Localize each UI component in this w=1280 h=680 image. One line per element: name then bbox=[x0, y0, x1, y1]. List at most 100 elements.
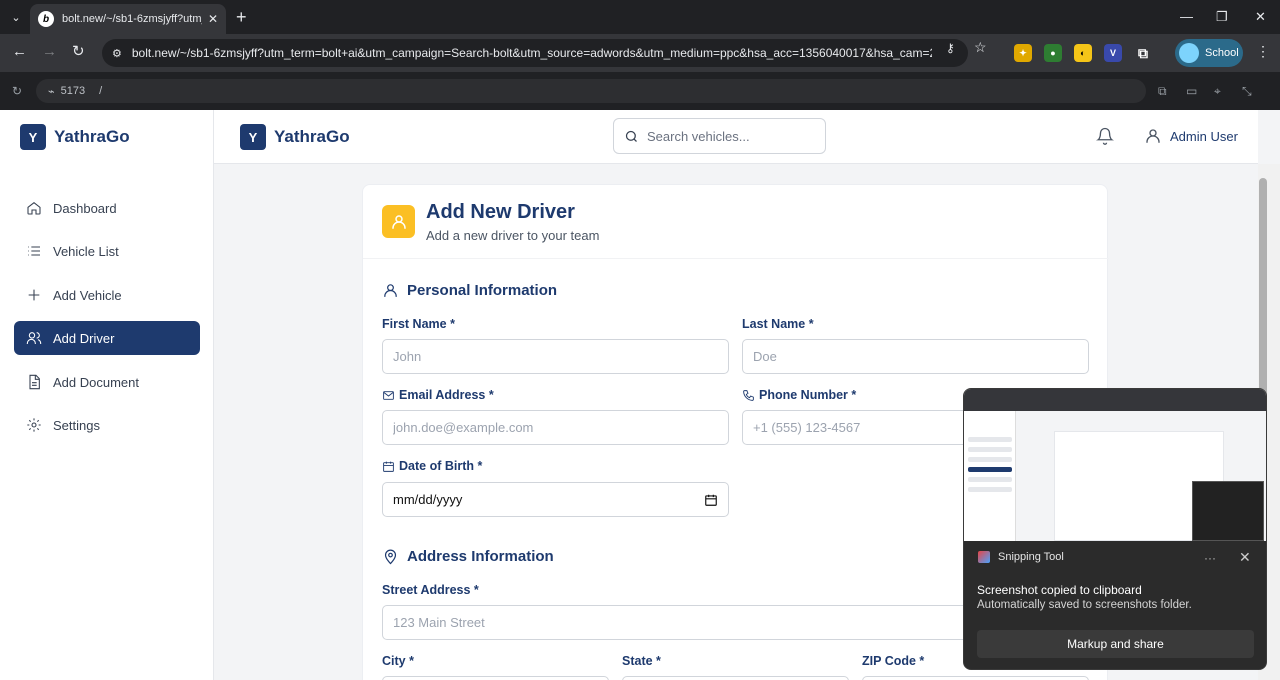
toast-body: Automatically saved to screenshots folde… bbox=[977, 599, 1192, 611]
logo-mark: Y bbox=[20, 124, 46, 150]
user-name: Admin User bbox=[1170, 128, 1238, 144]
device-preview-icon[interactable]: ▭ bbox=[1186, 84, 1197, 98]
search-input[interactable] bbox=[647, 128, 817, 144]
back-icon[interactable]: ← bbox=[12, 44, 27, 59]
gear-icon bbox=[27, 418, 41, 432]
search-box[interactable] bbox=[613, 118, 826, 154]
thumbnail-nav bbox=[968, 447, 1012, 452]
sidebar-item-label: Add Document bbox=[53, 374, 139, 390]
first-name-field[interactable] bbox=[382, 339, 729, 374]
thumbnail-nav bbox=[968, 467, 1012, 472]
preview-reload-icon[interactable]: ↻ bbox=[12, 84, 22, 98]
map-pin-icon bbox=[384, 549, 397, 565]
extension-icon[interactable]: ✦ bbox=[1014, 44, 1032, 62]
toast-heading: Screenshot copied to clipboard bbox=[977, 583, 1142, 597]
profile-avatar bbox=[1179, 43, 1199, 63]
calendar-icon bbox=[383, 461, 394, 472]
email-field[interactable] bbox=[382, 410, 729, 445]
profile-button[interactable]: School bbox=[1175, 39, 1243, 67]
bell-icon bbox=[1096, 127, 1114, 145]
notifications-button[interactable] bbox=[1096, 127, 1114, 150]
sidebar-logo[interactable]: Y YathraGo bbox=[20, 124, 130, 150]
site-info-icon[interactable]: ⚙ bbox=[112, 47, 122, 60]
maximize-icon[interactable]: ❐ bbox=[1216, 9, 1228, 25]
zip-field[interactable] bbox=[862, 676, 1089, 680]
last-name-input[interactable] bbox=[743, 340, 1088, 373]
url-text: bolt.new/~/sb1-6zmsjyff?utm_term=bolt+ai… bbox=[131, 46, 932, 60]
minimize-icon[interactable]: — bbox=[1180, 9, 1193, 24]
list-icon bbox=[28, 246, 40, 256]
app-header: Y YathraGo Admin User bbox=[214, 110, 1258, 164]
last-name-label: Last Name * bbox=[742, 317, 814, 331]
bolt-favicon-icon: b bbox=[38, 11, 54, 27]
first-name-input[interactable] bbox=[383, 340, 728, 373]
email-input[interactable] bbox=[383, 411, 728, 444]
new-tab-icon[interactable]: + bbox=[236, 8, 247, 26]
sidebar-item-label: Vehicle List bbox=[53, 243, 119, 259]
users-icon bbox=[26, 332, 42, 344]
password-key-icon[interactable]: ⚷ bbox=[946, 41, 955, 55]
home-icon bbox=[27, 201, 41, 215]
thumbnail-overlay bbox=[1192, 481, 1264, 541]
collapse-icon[interactable]: ⤡ bbox=[1242, 84, 1252, 99]
inspect-icon[interactable]: ⌖ bbox=[1214, 84, 1221, 99]
sidebar-item-label: Dashboard bbox=[53, 200, 117, 216]
port-icon: ⌁ bbox=[48, 85, 55, 98]
preview-bar: ↻ ⌁ 5173 / ⧉ ▭ ⌖ ⤡ bbox=[0, 72, 1280, 110]
toast-close-icon[interactable]: ✕ bbox=[1239, 549, 1251, 566]
browser-tab[interactable]: b bolt.new/~/sb1-6zmsjyff?utm_t ✕ bbox=[30, 4, 226, 34]
driver-header-icon bbox=[382, 205, 415, 238]
user-icon bbox=[1146, 129, 1160, 143]
last-name-field[interactable] bbox=[742, 339, 1089, 374]
calendar-picker-icon[interactable] bbox=[704, 493, 718, 507]
user-icon bbox=[384, 284, 397, 297]
window-close-icon[interactable]: ✕ bbox=[1255, 9, 1266, 25]
section-title-text: Personal Information bbox=[407, 282, 558, 299]
phone-label-text: Phone Number * bbox=[759, 388, 857, 402]
sidebar-item-dashboard[interactable]: Dashboard bbox=[14, 191, 200, 225]
extension-icon[interactable]: ◐ bbox=[1074, 44, 1092, 62]
phone-icon bbox=[743, 389, 754, 401]
personal-info-heading: Personal Information bbox=[382, 282, 557, 299]
bookmark-star-icon[interactable]: ☆ bbox=[974, 39, 987, 56]
logo-mark: Y bbox=[240, 124, 266, 150]
more-options-icon[interactable]: ··· bbox=[1204, 551, 1216, 565]
sidebar-item-add-document[interactable]: Add Document bbox=[14, 365, 200, 399]
first-name-label: First Name * bbox=[382, 317, 455, 331]
zip-label: ZIP Code * bbox=[862, 654, 925, 668]
email-label: Email Address * bbox=[382, 388, 494, 402]
state-field[interactable] bbox=[622, 676, 849, 680]
dob-field[interactable]: mm/dd/yyyy bbox=[382, 482, 729, 517]
extensions-puzzle-icon[interactable]: ⧉ bbox=[1134, 44, 1152, 62]
city-field[interactable] bbox=[382, 676, 609, 680]
snipping-tool-notification[interactable]: Snipping Tool ··· ✕ Screenshot copied to… bbox=[963, 388, 1267, 670]
tab-search-icon[interactable]: ⌄ bbox=[6, 7, 26, 27]
dob-label: Date of Birth * bbox=[382, 459, 482, 473]
preview-port: 5173 bbox=[60, 85, 86, 97]
screenshot-thumbnail[interactable] bbox=[964, 389, 1266, 541]
preview-address[interactable]: ⌁ 5173 / bbox=[36, 79, 1146, 103]
sidebar-item-vehicle-list[interactable]: Vehicle List bbox=[14, 234, 200, 268]
sidebar-item-add-driver[interactable]: Add Driver bbox=[14, 321, 200, 355]
sidebar-item-add-vehicle[interactable]: Add Vehicle bbox=[14, 278, 200, 312]
forward-icon[interactable]: → bbox=[42, 44, 57, 59]
snipping-tool-icon bbox=[978, 551, 990, 563]
user-menu[interactable]: Admin User bbox=[1144, 127, 1238, 145]
brand-name: YathraGo bbox=[274, 127, 350, 146]
city-label: City * bbox=[382, 654, 414, 668]
tab-close-icon[interactable]: ✕ bbox=[208, 12, 218, 26]
sidebar-item-label: Add Driver bbox=[53, 330, 115, 346]
toast-app-name: Snipping Tool bbox=[998, 551, 1064, 563]
reload-icon[interactable]: ↻ bbox=[72, 44, 85, 59]
address-bar[interactable]: ⚙ bolt.new/~/sb1-6zmsjyff?utm_term=bolt+… bbox=[102, 39, 968, 67]
extension-icon[interactable]: ● bbox=[1044, 44, 1062, 62]
header-logo[interactable]: Y YathraGo bbox=[240, 124, 350, 150]
sidebar-item-settings[interactable]: Settings bbox=[14, 408, 200, 442]
page-subtitle: Add a new driver to your team bbox=[426, 228, 600, 243]
browser-menu-icon[interactable]: ⋮ bbox=[1256, 43, 1270, 60]
markup-and-share-button[interactable]: Markup and share bbox=[977, 630, 1254, 658]
thumbnail-sidebar bbox=[964, 411, 1016, 541]
open-external-icon[interactable]: ⧉ bbox=[1158, 84, 1167, 99]
extension-icon[interactable]: V bbox=[1104, 44, 1122, 62]
sidebar: Y YathraGo Dashboard Vehicle List Add Ve… bbox=[0, 110, 214, 680]
